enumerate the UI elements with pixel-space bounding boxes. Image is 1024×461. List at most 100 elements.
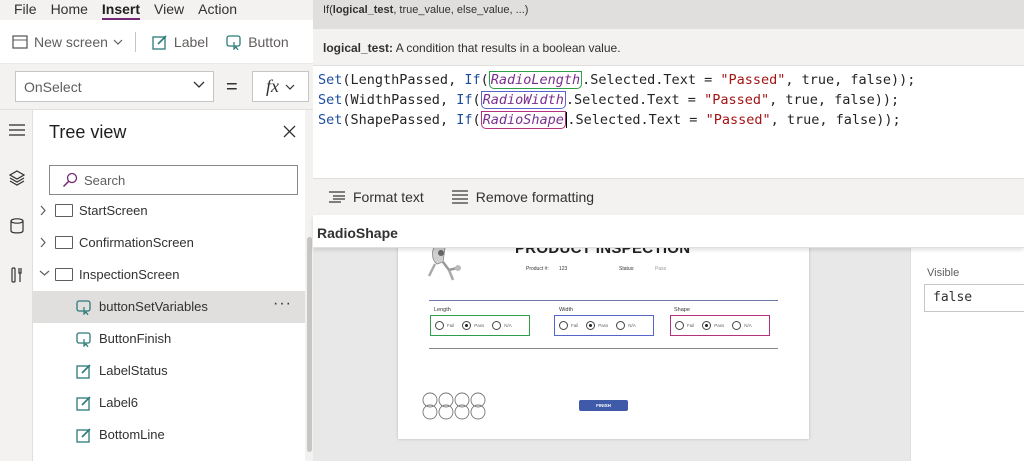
radio-option-fail[interactable]: Fail xyxy=(559,321,578,330)
property-value: OnSelect xyxy=(24,78,82,95)
screen-icon xyxy=(55,204,73,217)
new-screen-button[interactable]: New screen xyxy=(12,34,123,50)
app-screen-preview[interactable]: PRODUCT INSPECTION Product #: 123 Status… xyxy=(398,248,809,439)
code-keyword: Set xyxy=(318,72,343,88)
label-edit-icon xyxy=(152,34,167,50)
insert-label-button[interactable]: Label xyxy=(152,34,208,50)
design-canvas[interactable]: PRODUCT INSPECTION Product #: 123 Status… xyxy=(313,248,910,461)
label-edit-icon xyxy=(76,364,91,379)
radio-length[interactable]: Fail Pass N/A xyxy=(430,315,530,336)
equals-sign: = xyxy=(226,76,238,98)
code-control-ref[interactable]: RadioShape xyxy=(480,111,566,129)
bottom-line xyxy=(429,348,778,349)
radio-shape[interactable]: Fail Pass N/A xyxy=(670,315,770,336)
chevron-down-icon[interactable] xyxy=(39,269,50,277)
fx-button[interactable]: fx xyxy=(252,71,309,102)
format-text-button[interactable]: Format text xyxy=(329,189,424,205)
menu-action[interactable]: Action xyxy=(184,0,237,20)
tree-item-buttonfinish[interactable]: ButtonFinish xyxy=(33,323,305,355)
radio-option-pass[interactable]: Pass xyxy=(462,321,484,330)
label-edit-icon xyxy=(76,428,91,443)
radio-option-pass[interactable]: Pass xyxy=(702,321,724,330)
tree-item-bottomline[interactable]: BottomLine xyxy=(33,419,305,451)
tools-icon[interactable] xyxy=(0,267,33,283)
code-text: , true, false)); xyxy=(769,92,900,108)
code-keyword: If xyxy=(456,92,473,108)
code-keyword: If xyxy=(456,112,473,128)
format-text-icon xyxy=(329,191,345,203)
tree-item-label: buttonSetVariables xyxy=(99,299,208,314)
radio-width[interactable]: Fail Pass N/A xyxy=(554,315,654,336)
code-variable: WidthPassed xyxy=(350,92,440,108)
divider-line xyxy=(429,300,778,301)
chevron-right-icon[interactable] xyxy=(39,237,47,248)
tree-item-label6[interactable]: Label6 xyxy=(33,387,305,419)
tree-list: StartScreen ConfirmationScreen Inspectio… xyxy=(33,195,305,461)
radio-circle xyxy=(616,321,626,330)
radio-option-fail[interactable]: Fail xyxy=(675,321,694,330)
code-control-ref[interactable]: RadioWidth xyxy=(480,91,566,109)
formula-editor[interactable]: Set(LengthPassed, If(RadioLength .Selecte… xyxy=(313,66,1024,178)
option-label: Pass xyxy=(714,323,725,328)
menu-bar: File Home Insert View Action xyxy=(0,0,313,20)
database-icon[interactable] xyxy=(0,218,33,234)
code-keyword: Set xyxy=(318,112,343,128)
radio-circle-selected xyxy=(586,321,596,330)
status-circles-graphic xyxy=(422,392,486,420)
remove-formatting-button[interactable]: Remove formatting xyxy=(451,189,594,205)
menu-view[interactable]: View xyxy=(140,0,184,20)
code-control-ref[interactable]: RadioLength xyxy=(488,71,583,89)
radio-circle xyxy=(492,321,502,330)
remove-formatting-icon xyxy=(451,190,468,204)
code-keyword: Set xyxy=(318,92,343,108)
button-control-icon xyxy=(226,34,241,50)
tree-item-label: InspectionScreen xyxy=(79,267,180,282)
code-text: .Selected.Text = xyxy=(565,92,705,108)
chevron-right-icon[interactable] xyxy=(39,205,47,216)
search-icon xyxy=(62,172,78,188)
menu-file[interactable]: File xyxy=(0,0,37,20)
radio-option-fail[interactable]: Fail xyxy=(435,321,454,330)
shape-group-label: Shape xyxy=(674,307,690,313)
tree-item-buttonsetvariables[interactable]: buttonSetVariables ··· xyxy=(33,291,305,323)
button-control-icon xyxy=(76,332,91,347)
code-variable: ShapePassed xyxy=(350,112,440,128)
option-label: N/A xyxy=(504,323,512,328)
option-label: Pass xyxy=(474,323,485,328)
param-desc: A condition that results in a boolean va… xyxy=(393,41,621,55)
radio-option-na[interactable]: N/A xyxy=(492,321,512,330)
close-icon[interactable] xyxy=(283,125,296,138)
insert-button-button[interactable]: Button xyxy=(226,34,289,50)
menu-home[interactable]: Home xyxy=(37,0,88,20)
function-signature-tooltip: If(logical_test, true_value, else_value,… xyxy=(313,0,1024,29)
status-value: Pass xyxy=(655,266,667,272)
finish-button[interactable]: FINISH xyxy=(579,400,628,411)
menu-insert[interactable]: Insert xyxy=(88,0,141,20)
radio-circle xyxy=(675,321,684,330)
hamburger-menu-icon[interactable] xyxy=(0,124,33,136)
tree-item-inspectionscreen[interactable]: InspectionScreen xyxy=(33,259,305,291)
radio-circle-selected xyxy=(702,321,712,330)
tree-scrollbar-thumb[interactable] xyxy=(307,237,312,452)
tree-item-confirmationscreen[interactable]: ConfirmationScreen xyxy=(33,227,305,259)
length-group-label: Length xyxy=(434,307,451,313)
ribbon-toolbar: New screen Label Button xyxy=(0,20,313,64)
tree-scrollbar[interactable] xyxy=(305,110,313,461)
format-toolbar: Format text Remove formatting xyxy=(313,178,1024,215)
radio-option-na[interactable]: N/A xyxy=(616,321,636,330)
radio-option-na[interactable]: N/A xyxy=(732,321,752,330)
width-group-label: Width xyxy=(559,307,574,313)
more-options-icon[interactable]: ··· xyxy=(273,295,292,313)
tree-search-input[interactable]: Search xyxy=(49,165,298,195)
visible-property-input[interactable]: false xyxy=(924,284,1024,312)
layers-icon[interactable] xyxy=(0,170,33,186)
tree-item-startscreen[interactable]: StartScreen xyxy=(33,195,305,227)
code-line: Set(LengthPassed, If(RadioLength .Selecte… xyxy=(318,71,916,89)
label-edit-icon xyxy=(76,396,91,411)
tree-item-labelstatus[interactable]: LabelStatus xyxy=(33,355,305,387)
property-dropdown[interactable]: OnSelect xyxy=(15,71,214,102)
tree-view-title: Tree view xyxy=(49,122,127,142)
option-label: N/A xyxy=(744,323,752,328)
radio-option-pass[interactable]: Pass xyxy=(586,321,608,330)
selected-control-name: RadioShape xyxy=(313,215,1024,248)
